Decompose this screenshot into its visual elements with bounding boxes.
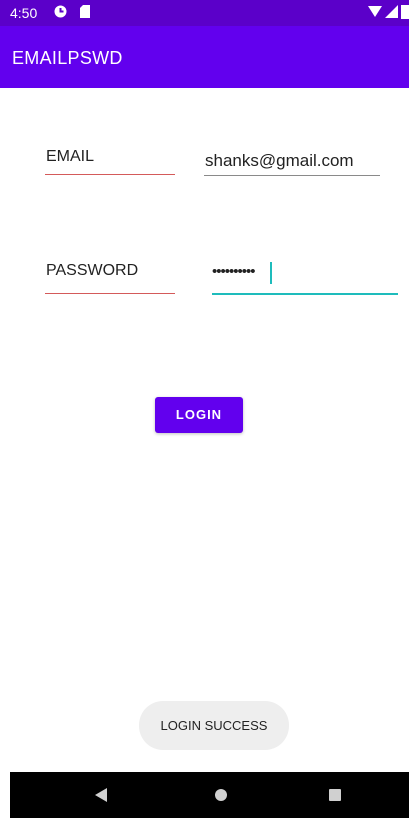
home-icon[interactable]: [215, 789, 227, 801]
back-icon[interactable]: [95, 788, 107, 802]
status-time: 4:50: [10, 5, 38, 21]
wifi-icon: [368, 6, 382, 17]
email-field-underline: [204, 175, 380, 176]
password-field-underline: [212, 293, 398, 295]
sd-card-icon: [80, 5, 90, 18]
battery-icon: [401, 5, 409, 19]
password-field[interactable]: ••••••••••: [212, 263, 256, 280]
recents-icon[interactable]: [329, 789, 341, 801]
signal-icon: [385, 5, 398, 18]
email-field[interactable]: shanks@gmail.com: [205, 151, 354, 171]
toast-message: LOGIN SUCCESS: [139, 701, 289, 750]
navigation-bar: [10, 772, 409, 818]
password-label-underline: [45, 293, 175, 294]
status-bar: 4:50: [0, 0, 409, 26]
email-label: EMAIL: [46, 148, 95, 165]
app-title: EMAILPSWD: [12, 48, 123, 68]
app-screen: 4:50 EMAILPSWD EMAIL shanks@gmail.com PA…: [0, 0, 409, 818]
password-label: PASSWORD: [46, 262, 139, 279]
text-cursor: [270, 262, 272, 284]
app-bar: EMAILPSWD: [0, 26, 409, 88]
data-saver-icon: [54, 5, 67, 18]
email-label-underline: [45, 174, 175, 175]
login-button[interactable]: LOGIN: [155, 397, 243, 433]
